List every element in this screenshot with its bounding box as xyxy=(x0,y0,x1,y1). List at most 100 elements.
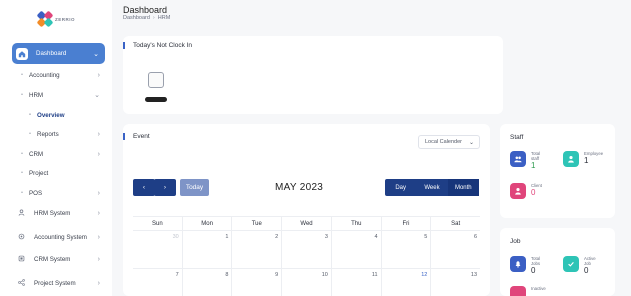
stat-value: 1 xyxy=(531,161,536,170)
user-icon xyxy=(563,151,579,167)
breadcrumb-item-dashboard[interactable]: Dashboard xyxy=(123,15,150,21)
calendar-view-switch: Day Week Month xyxy=(385,179,479,196)
home-icon xyxy=(16,47,28,60)
sidebar-item-crm-system[interactable]: CRM System › xyxy=(12,250,106,268)
sidebar-item-label: Accounting System xyxy=(34,233,87,241)
bullet-icon: • xyxy=(21,92,23,98)
logo-text: ZERRIO xyxy=(55,16,76,22)
sidebar-item-crm[interactable]: • CRM › xyxy=(20,145,106,163)
sidebar-item-label: HRM xyxy=(29,91,44,99)
stat-value: 0 xyxy=(531,188,536,197)
calendar-day-cell[interactable]: 2 xyxy=(231,231,281,268)
sidebar-item-hrm-system[interactable]: HRM System › xyxy=(12,204,106,222)
sidebar-item-label: POS xyxy=(29,189,43,197)
weekday-sun: Sun xyxy=(152,221,163,227)
brand-logo[interactable]: ZERRIO xyxy=(36,10,76,28)
chevron-right-icon: › xyxy=(97,279,100,287)
stat-value: 0 xyxy=(531,266,536,275)
sidebar-item-label: CRM System xyxy=(34,255,71,263)
chevron-down-icon: ⌄ xyxy=(94,92,100,99)
breadcrumb-item-hrm: HRM xyxy=(157,15,171,21)
calendar-day-cell[interactable]: 7 xyxy=(133,269,182,296)
sidebar-item-reports[interactable]: • Reports › xyxy=(28,125,106,143)
chevron-right-icon: › xyxy=(97,189,100,197)
layers-icon xyxy=(16,255,26,264)
stat-employee: Employee 1 xyxy=(563,151,603,167)
calendar-day-cell[interactable]: 9 xyxy=(231,269,281,296)
sidebar-item-label: Accounting xyxy=(29,71,60,79)
calendar-day-cell[interactable]: 6 xyxy=(430,231,480,268)
view-week-button[interactable]: Week xyxy=(416,179,447,196)
calendar-week-row: 30 1 2 3 4 5 6 xyxy=(133,230,480,268)
calendar-grid: Sun Mon Tue Wed Thu Fri Sat 30 1 2 3 4 5… xyxy=(133,216,480,296)
chevron-right-icon: › xyxy=(97,71,100,79)
chevron-right-icon: › xyxy=(97,130,100,138)
sidebar-item-pos[interactable]: • POS › xyxy=(20,184,106,202)
calendar-day-cell[interactable]: 1 xyxy=(181,231,232,268)
view-month-button[interactable]: Month xyxy=(447,179,479,196)
gear-icon xyxy=(16,233,26,242)
calendar-day-cell[interactable]: 10 xyxy=(281,269,331,296)
stat-value: 0 xyxy=(584,266,589,275)
calendar-day-cell[interactable]: 11 xyxy=(330,269,381,296)
calendar-day-cell[interactable]: 13 xyxy=(430,269,480,296)
prev-month-button[interactable]: ‹ xyxy=(133,179,155,196)
sidebar-item-dashboard[interactable]: Dashboard ⌄ xyxy=(12,43,105,64)
chevron-right-icon: › xyxy=(97,255,100,263)
x-icon xyxy=(510,286,526,296)
stat-value: 1 xyxy=(584,156,589,165)
bullet-icon: • xyxy=(21,151,23,157)
sidebar: ZERRIO Dashboard ⌄ • Accounting › • HRM … xyxy=(0,0,112,296)
user-icon xyxy=(510,183,526,199)
stat-active-job: Active Job 0 xyxy=(563,256,596,275)
bullet-icon: • xyxy=(29,112,31,118)
chevron-right-icon: › xyxy=(97,233,100,241)
calendar-weekday-header: Sun Mon Tue Wed Thu Fri Sat xyxy=(133,216,480,230)
bullet-icon: • xyxy=(21,190,23,196)
users-icon xyxy=(510,151,526,167)
calendar-day-cell[interactable]: 30 xyxy=(133,231,182,268)
chevron-left-icon: ‹ xyxy=(142,184,146,191)
check-icon xyxy=(563,256,579,272)
sidebar-item-accounting-system[interactable]: Accounting System › xyxy=(12,228,106,246)
calendar-day-cell-today[interactable]: 12 xyxy=(380,269,431,296)
bullet-icon: • xyxy=(29,131,31,137)
calendar-day-cell[interactable]: 4 xyxy=(330,231,381,268)
calendar-month-title: MAY 2023 xyxy=(275,182,324,193)
weekday-sat: Sat xyxy=(430,217,480,230)
chevron-right-icon: › xyxy=(97,209,100,217)
sidebar-item-hrm[interactable]: • HRM ⌄ xyxy=(20,86,106,104)
sidebar-item-overview[interactable]: • Overview xyxy=(28,106,106,124)
weekday-mon: Mon xyxy=(181,217,232,230)
calendar-select[interactable]: Local Calender ⌄ xyxy=(418,135,480,149)
employee-name-redacted xyxy=(145,97,167,102)
sidebar-item-label: Overview xyxy=(37,111,65,119)
chevron-down-icon: ⌄ xyxy=(93,50,99,58)
bell-icon xyxy=(510,256,526,272)
breadcrumb: Dashboard › HRM xyxy=(123,15,170,21)
sidebar-item-project-system[interactable]: Project System › xyxy=(12,274,106,292)
calendar-day-cell[interactable]: 3 xyxy=(281,231,331,268)
avatar[interactable] xyxy=(148,72,164,88)
sidebar-item-label: Project System xyxy=(34,279,76,287)
view-day-button[interactable]: Day xyxy=(385,179,416,196)
sidebar-item-project[interactable]: • Project xyxy=(20,164,106,182)
calendar-day-cell[interactable]: 8 xyxy=(181,269,232,296)
staff-title: Staff xyxy=(510,134,524,141)
weekday-wed: Wed xyxy=(281,217,331,230)
next-month-button[interactable]: › xyxy=(154,179,176,196)
calendar-day-cell[interactable]: 5 xyxy=(380,231,431,268)
calendar-select-value: Local Calender xyxy=(425,139,462,145)
user-icon xyxy=(16,209,26,218)
bullet-icon: • xyxy=(21,72,23,78)
logo-mark-icon xyxy=(36,10,54,28)
job-title: Job xyxy=(510,238,521,245)
sidebar-item-accounting[interactable]: • Accounting › xyxy=(20,66,106,84)
stat-total-jobs: Total Jobs 0 xyxy=(510,256,540,275)
chevron-down-icon: ⌄ xyxy=(468,139,474,146)
calendar-week-row: 7 8 9 10 11 12 13 xyxy=(133,268,480,296)
bullet-icon: • xyxy=(21,170,23,176)
sidebar-item-label: CRM xyxy=(29,150,44,158)
today-button[interactable]: Today xyxy=(180,179,209,196)
stat-client: Client 0 xyxy=(510,183,542,199)
